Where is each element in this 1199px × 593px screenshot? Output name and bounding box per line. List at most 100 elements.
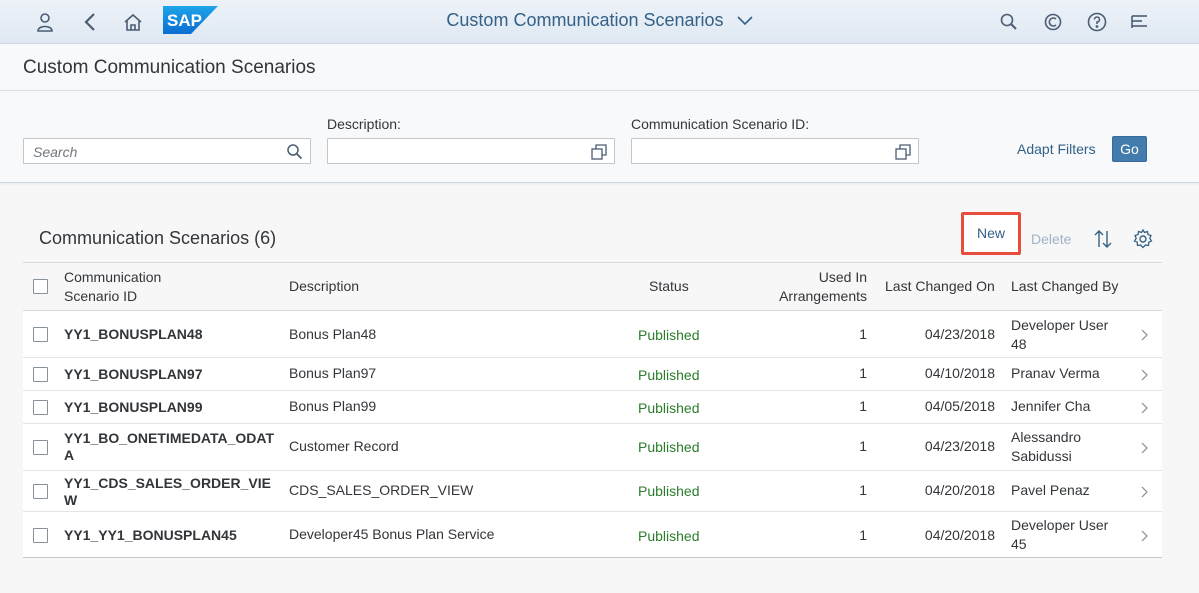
used-count: 1 (859, 438, 867, 454)
table-row[interactable]: YY1_CDS_SALES_ORDER_VIE W CDS_SALES_ORDE… (23, 471, 1162, 512)
changed-on: 04/20/2018 (924, 527, 995, 543)
app-title: Custom Communication Scenarios (446, 10, 724, 30)
scenario-id-label: Communication Scenario ID: (631, 116, 810, 132)
changed-on: 04/20/2018 (924, 482, 995, 498)
column-header-status[interactable]: Status (649, 277, 689, 296)
scenario-id-line1: YY1_BO_ONETIMEDATA_ODAT (64, 430, 275, 446)
changed-by-line1: Developer User (1011, 317, 1109, 333)
column-header-description[interactable]: Description (289, 277, 359, 296)
table-row[interactable]: YY1_BO_ONETIMEDATA_ODAT A Customer Recor… (23, 424, 1162, 471)
changed-by: Alessandro Sabidussi (1011, 428, 1081, 466)
value-help-icon[interactable] (590, 143, 608, 161)
changed-on: 04/05/2018 (924, 398, 995, 414)
status-text: Published (638, 367, 700, 383)
scenario-id: YY1_BONUSPLAN99 (64, 399, 203, 415)
scenario-id-field[interactable] (631, 138, 919, 164)
chevron-right-icon[interactable] (1139, 369, 1149, 381)
changed-by-line1: Alessandro (1011, 429, 1082, 445)
sort-icon[interactable] (1092, 228, 1114, 250)
chevron-right-icon[interactable] (1139, 486, 1149, 498)
status-text: Published (638, 400, 700, 416)
used-count: 1 (859, 398, 867, 414)
new-button[interactable]: New (961, 212, 1021, 255)
row-checkbox[interactable] (33, 440, 48, 455)
column-header-changed-by[interactable]: Last Changed By (1011, 277, 1118, 296)
table-row[interactable]: YY1_BONUSPLAN48 Bonus Plan48 Published 1… (23, 311, 1162, 358)
column-header-used-line2: Arrangements (779, 288, 867, 304)
column-header-used[interactable]: Used In Arrangements (767, 268, 867, 306)
chevron-right-icon[interactable] (1139, 530, 1149, 542)
scenario-id-line2: A (64, 447, 75, 463)
row-checkbox[interactable] (33, 400, 48, 415)
status-text: Published (638, 439, 700, 455)
search-placeholder: Search (33, 144, 78, 160)
table-title: Communication Scenarios (6) (39, 228, 277, 248)
scenario-id-line2: W (64, 492, 78, 508)
changed-by-line1: Developer User (1011, 517, 1109, 533)
help-icon[interactable] (1083, 8, 1111, 36)
scenario-id: YY1_BONUSPLAN97 (64, 366, 203, 382)
changed-by: Developer User 48 (1011, 316, 1108, 354)
search-input[interactable]: Search (23, 138, 311, 164)
shell-bar: SAP Custom Communication Scenarios (0, 0, 1199, 44)
column-header-id[interactable]: Communication Scenario ID (64, 268, 161, 306)
scenario-description: Customer Record (289, 438, 399, 454)
adapt-filters-button[interactable]: Adapt Filters (1017, 141, 1096, 157)
row-checkbox[interactable] (33, 528, 48, 543)
changed-by: Pavel Penaz (1011, 482, 1090, 498)
chevron-right-icon[interactable] (1139, 329, 1149, 341)
used-count: 1 (859, 482, 867, 498)
changed-by: Developer User 45 (1011, 516, 1108, 554)
scenario-id: YY1_CDS_SALES_ORDER_VIE W (64, 475, 271, 509)
scenario-description: Developer45 Bonus Plan Service (289, 526, 495, 542)
changed-by: Pranav Verma (1011, 365, 1100, 381)
filter-bar: Search Description: Communication Scenar… (0, 91, 1199, 183)
changed-by-line2: 45 (1011, 536, 1027, 552)
changed-on: 04/10/2018 (924, 365, 995, 381)
used-count: 1 (859, 527, 867, 543)
table-row[interactable]: YY1_YY1_BONUSPLAN45 Developer45 Bonus Pl… (23, 512, 1162, 558)
changed-by-line2: 48 (1011, 336, 1027, 352)
scenario-description: CDS_SALES_ORDER_VIEW (289, 482, 474, 498)
table-row[interactable]: YY1_BONUSPLAN99 Bonus Plan99 Published 1… (23, 391, 1162, 424)
table-row[interactable]: YY1_BONUSPLAN97 Bonus Plan97 Published 1… (23, 358, 1162, 391)
status-text: Published (638, 483, 700, 499)
go-button[interactable]: Go (1112, 136, 1147, 162)
scenario-description: Bonus Plan97 (289, 365, 377, 381)
chevron-down-icon (736, 16, 753, 26)
page-header: Custom Communication Scenarios (0, 44, 1199, 91)
page-title: Custom Communication Scenarios (23, 57, 316, 78)
status-text: Published (638, 528, 700, 544)
table-bottom-border (23, 557, 1162, 558)
column-header-used-line1: Used In (818, 269, 867, 285)
row-checkbox[interactable] (33, 484, 48, 499)
search-icon[interactable] (286, 143, 304, 161)
notifications-icon[interactable] (1126, 8, 1154, 36)
scenario-id-line1: YY1_CDS_SALES_ORDER_VIE (64, 475, 271, 491)
scenario-id: YY1_BO_ONETIMEDATA_ODAT A (64, 430, 274, 464)
table-header-row: Communication Scenario ID Description St… (23, 263, 1162, 311)
used-count: 1 (859, 365, 867, 381)
description-label: Description: (327, 116, 401, 132)
chevron-right-icon[interactable] (1139, 442, 1149, 454)
description-field[interactable] (327, 138, 615, 164)
scenario-description: Bonus Plan99 (289, 398, 377, 414)
scenario-description: Bonus Plan48 (289, 326, 377, 342)
row-checkbox[interactable] (33, 367, 48, 382)
column-header-changed-on[interactable]: Last Changed On (885, 277, 995, 296)
scenario-id: YY1_YY1_BONUSPLAN45 (64, 527, 237, 543)
status-text: Published (638, 327, 700, 343)
used-count: 1 (859, 326, 867, 342)
select-all-checkbox[interactable] (33, 279, 48, 294)
row-checkbox[interactable] (33, 327, 48, 342)
changed-by-line2: Sabidussi (1011, 448, 1072, 464)
column-header-id-line2: Scenario ID (64, 288, 138, 304)
copilot-icon[interactable] (1039, 8, 1067, 36)
scenario-id: YY1_BONUSPLAN48 (64, 326, 203, 342)
chevron-right-icon[interactable] (1139, 402, 1149, 414)
search-icon[interactable] (995, 8, 1023, 36)
changed-on: 04/23/2018 (924, 438, 995, 454)
value-help-icon[interactable] (894, 143, 912, 161)
settings-gear-icon[interactable] (1132, 228, 1154, 250)
delete-button[interactable]: Delete (1031, 231, 1071, 247)
